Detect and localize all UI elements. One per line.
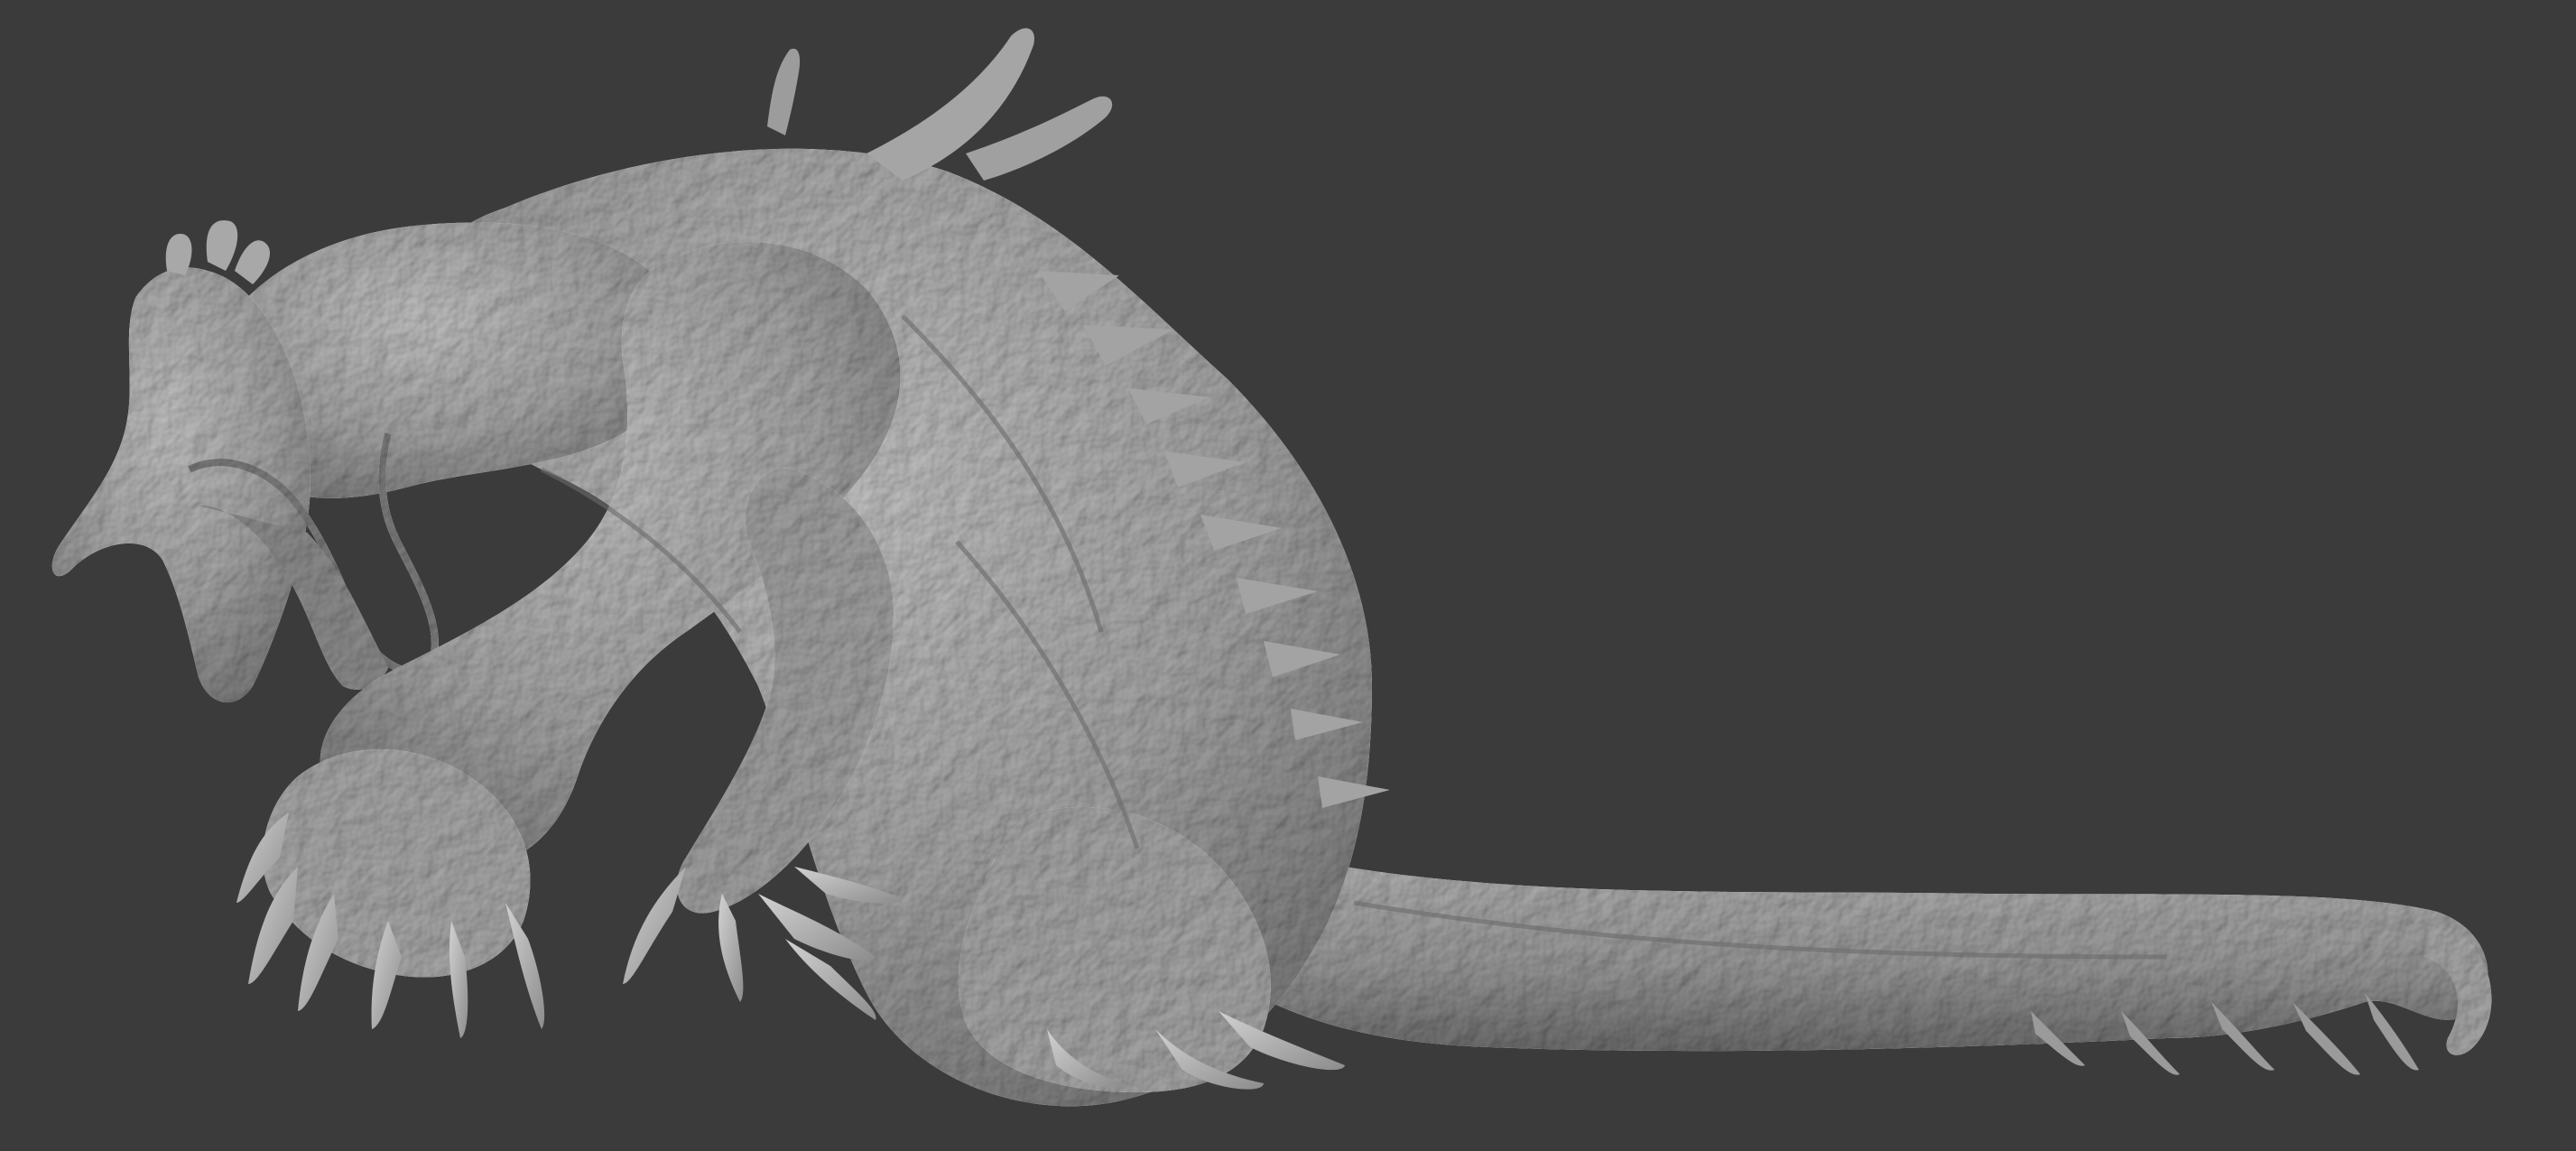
tail bbox=[1200, 840, 2492, 1055]
creature-sculpt bbox=[51, 28, 2492, 1107]
viewport-canvas[interactable] bbox=[0, 0, 2576, 1151]
